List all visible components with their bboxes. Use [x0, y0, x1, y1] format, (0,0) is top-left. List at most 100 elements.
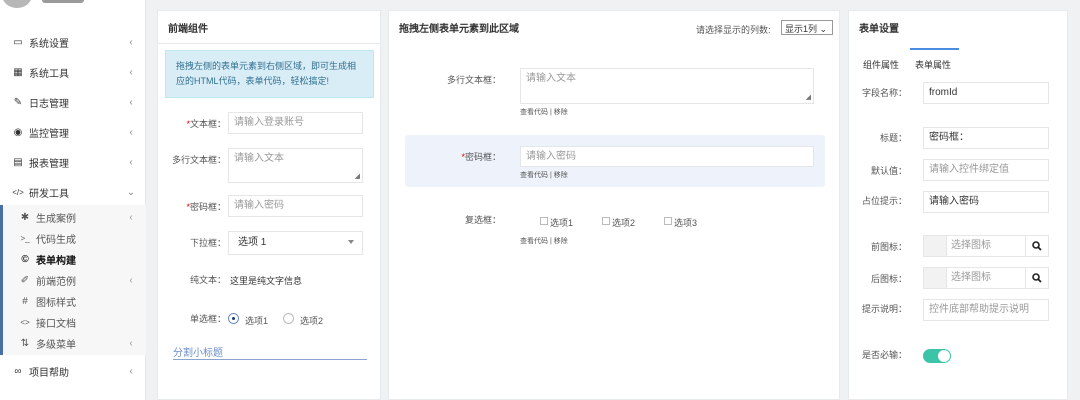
textarea-label: 多行文本框： — [171, 155, 226, 165]
placeholder-input[interactable]: 请输入密码 — [923, 191, 1049, 213]
option-select[interactable]: 选项 1 — [228, 231, 363, 255]
sidebar-subitem-frontend-examples[interactable]: ✐ 前端范例 ‹ — [0, 270, 146, 291]
password-label-text: 密码框： — [189, 202, 226, 212]
row-actions-view-remove[interactable]: 查看代码 | 移除 — [520, 236, 568, 246]
sidebar-item-dev-tools[interactable]: </> 研发工具 ⌄ — [0, 179, 146, 205]
textarea-input[interactable]: 请输入文本 ◢ — [228, 148, 363, 183]
text-field-label: *文本框： — [186, 119, 226, 129]
prefix-icon-search-button[interactable] — [1025, 235, 1049, 257]
radio-option-2[interactable] — [283, 313, 294, 324]
resize-handle-icon[interactable]: ◢ — [806, 94, 811, 101]
chevron-left-icon: ‹ — [129, 212, 133, 223]
checkbox-option-3[interactable] — [664, 217, 672, 225]
sidebar: ▭ 系统设置 ‹ ▦ 系统工具 ‹ ✎ 日志管理 ‹ ◉ 监控管理 ‹ ▤ 报表… — [0, 0, 146, 400]
prefix-icon-label: 前图标： — [870, 242, 907, 252]
pencil-icon: ✐ — [20, 275, 30, 286]
title-input[interactable]: 密码框： — [923, 127, 1049, 149]
placeholder-label: 占位提示： — [861, 196, 907, 206]
code-icon: </> — [12, 187, 24, 197]
components-panel: 前端组件 拖拽左侧的表单元素到右侧区域，即可生成相应的HTML代码，表单代码，轻… — [157, 10, 381, 400]
resize-handle-icon[interactable]: ◢ — [355, 173, 360, 180]
tab-component-properties[interactable]: 组件属性 — [863, 58, 899, 71]
sidebar-item-log-management[interactable]: ✎ 日志管理 ‹ — [0, 89, 146, 115]
radio-option-1[interactable] — [228, 313, 239, 324]
panel-divider — [158, 43, 380, 44]
checkbox-option-1[interactable] — [540, 217, 548, 225]
default-value-label: 默认值： — [870, 166, 907, 176]
column-count-label: 请选择显示的列数: — [696, 25, 771, 35]
prefix-icon-input[interactable]: 选择图标 — [946, 235, 1026, 257]
suffix-icon-addon — [923, 267, 947, 289]
sidebar-subitem-label: 前端范例 — [36, 277, 76, 288]
chevron-left-icon: ‹ — [129, 275, 133, 286]
static-text-label: 纯文本： — [189, 275, 226, 285]
sidebar-subitem-code-gen[interactable]: >_ 代码生成 — [0, 228, 146, 249]
paint-icon: ✱ — [20, 212, 30, 223]
row-actions-view-remove[interactable]: 查看代码 | 移除 — [520, 170, 568, 180]
login-account-input[interactable]: 请输入登录账号 — [228, 112, 363, 134]
field-name-label: 字段名称： — [861, 88, 907, 98]
help-text-label: 提示说明： — [861, 304, 907, 314]
avatar[interactable] — [2, 0, 32, 8]
sidebar-subitem-generate-examples[interactable]: ✱ 生成案例 ‹ — [0, 207, 146, 228]
chevron-left-icon: ‹ — [129, 126, 133, 138]
panel-title: 拖拽左侧表单元素到此区域 — [399, 24, 519, 35]
help-text-input[interactable]: 控件底部帮助提示说明 — [923, 299, 1049, 321]
default-value-input[interactable]: 请输入控件绑定值 — [923, 159, 1049, 181]
dropped-checkbox-label: 复选框： — [464, 215, 501, 225]
password-label: *密码框： — [186, 202, 226, 212]
sidebar-subitem-label: 多级菜单 — [36, 340, 76, 351]
password-input[interactable]: 请输入密码 — [228, 195, 363, 217]
sidebar-item-system-settings[interactable]: ▭ 系统设置 ‹ — [0, 29, 146, 55]
divider-subtitle: 分割小标题 — [173, 348, 223, 359]
file-icon: ▤ — [13, 156, 23, 168]
panel-title: 表单设置 — [859, 24, 899, 35]
chevron-left-icon: ‹ — [129, 156, 133, 168]
row-actions-view-remove[interactable]: 查看代码 | 移除 — [520, 107, 568, 117]
sidebar-item-reports[interactable]: ▤ 报表管理 ‹ — [0, 149, 146, 175]
info-alert: 拖拽左侧的表单元素到右侧区域，即可生成相应的HTML代码，表单代码，轻松搞定! — [165, 50, 374, 98]
sidebar-subitem-multi-menu[interactable]: ⇅ 多级菜单 ‹ — [0, 333, 146, 354]
sidebar-subitem-icon-styles[interactable]: # 图标样式 — [0, 291, 146, 312]
dropped-password-label: *密码框： — [461, 152, 501, 162]
column-count-select[interactable]: 显示1列 ⌄ — [781, 20, 833, 35]
required-toggle[interactable] — [923, 349, 951, 363]
search-icon — [1032, 273, 1042, 283]
required-label: 是否必输： — [861, 350, 907, 360]
checkbox-option-1-label: 选项1 — [550, 218, 574, 228]
tab-form-properties[interactable]: 表单属性 — [915, 58, 951, 71]
sidebar-item-label: 研发工具 — [29, 188, 69, 200]
sidebar-item-monitor[interactable]: ◉ 监控管理 ‹ — [0, 119, 146, 145]
chevron-left-icon: ‹ — [129, 96, 133, 108]
field-name-input[interactable]: fromId — [923, 82, 1049, 104]
suffix-icon-input[interactable]: 选择图标 — [946, 267, 1026, 289]
suffix-icon-label: 后图标： — [870, 274, 907, 284]
radio-label: 单选框： — [189, 314, 226, 324]
code-icon: <> — [20, 318, 30, 327]
panel-title: 前端组件 — [168, 24, 208, 35]
dropped-password-input[interactable]: 请输入密码 — [520, 146, 814, 167]
dropped-textarea-input[interactable]: 请输入文本 ◢ — [520, 68, 814, 104]
sidebar-item-label: 系统设置 — [29, 38, 69, 50]
textarea-placeholder: 请输入文本 — [234, 153, 284, 164]
sidebar-subitem-label: 生成案例 — [36, 214, 76, 225]
text-field-label-text: 文本框： — [189, 119, 226, 129]
sidebar-item-label: 报表管理 — [29, 158, 69, 170]
monitor-icon: ▭ — [13, 36, 23, 48]
chevron-left-icon: ‹ — [129, 66, 133, 78]
sidebar-subitem-label: 接口文档 — [36, 319, 76, 330]
sidebar-item-system-tools[interactable]: ▦ 系统工具 ‹ — [0, 59, 146, 85]
dropped-textarea-label: 多行文本框： — [446, 75, 501, 85]
sidebar-subitem-form-builder[interactable]: © 表单构建 — [0, 249, 146, 270]
sidebar-item-label: 项目帮助 — [29, 367, 69, 379]
checkbox-option-2[interactable] — [602, 217, 610, 225]
chevron-down-icon: ⌄ — [126, 186, 136, 198]
sidebar-subitem-label: 图标样式 — [36, 298, 76, 309]
select-value: 选项 1 — [238, 237, 267, 248]
chevron-left-icon: ‹ — [129, 36, 133, 48]
form-settings-panel: 表单设置 组件属性 表单属性 字段名称： fromId 标题： 密码框： 默认值… — [848, 10, 1068, 400]
suffix-icon-search-button[interactable] — [1025, 267, 1049, 289]
sidebar-item-project-help[interactable]: ∞ 项目帮助 ‹ — [0, 358, 146, 384]
divider-line — [173, 359, 367, 360]
sidebar-subitem-api-docs[interactable]: <> 接口文档 — [0, 312, 146, 333]
